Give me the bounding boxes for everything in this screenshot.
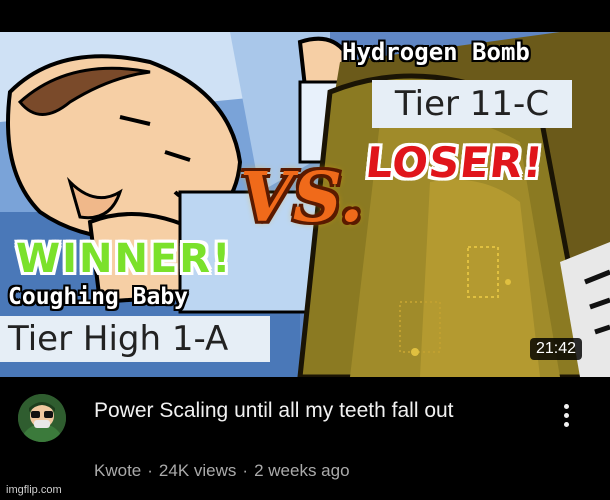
video-metadata: Power Scaling until all my teeth fall ou… [0,377,610,500]
thumbnail-winner-label: WINNER! [16,236,233,282]
thumbnail-vs-label: VS. [240,158,364,238]
video-duration-badge: 21:42 [530,338,583,360]
thumbnail-loser-label: LOSER! [363,138,546,187]
thumbnail-bottom-label: Coughing Baby [8,284,189,310]
channel-name[interactable]: Kwote [94,461,141,480]
imgflip-watermark: imgflip.com [6,484,62,496]
top-black-bar [0,0,610,32]
video-thumbnail[interactable]: Hydrogen Bomb Tier 11-C LOSER! VS. WINNE… [0,32,610,377]
avatar-character-icon [18,394,66,442]
view-count: 24K views [158,461,237,480]
video-subtitle: Kwote · 24K views · 2 weeks ago [94,461,350,481]
upload-age: 2 weeks ago [254,461,350,480]
separator: · [147,461,153,480]
thumbnail-top-tier: Tier 11-C [372,80,572,128]
thumbnail-top-label: Hydrogen Bomb [342,38,530,66]
video-title[interactable]: Power Scaling until all my teeth fall ou… [94,397,524,424]
vertical-ellipsis-icon[interactable] [552,395,580,435]
channel-avatar[interactable] [18,394,66,442]
separator: · [242,461,249,480]
thumbnail-bottom-tier: Tier High 1-A [0,316,270,362]
